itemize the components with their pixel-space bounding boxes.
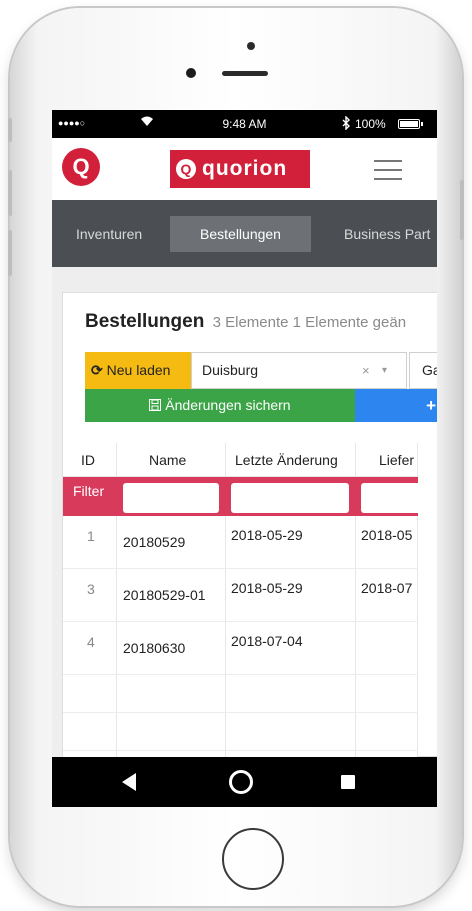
cell-last-change: 2018-05-29 xyxy=(231,527,303,543)
back-triangle-icon[interactable] xyxy=(122,773,136,791)
cell-name: 20180529-01 xyxy=(123,587,206,603)
filter-row: Filter xyxy=(63,477,418,516)
brand-logo[interactable]: Q quorion xyxy=(170,150,310,188)
hamburger-line xyxy=(374,178,402,180)
status-bar: ●●●●○ 9:48 AM 100% xyxy=(52,110,437,138)
reload-label: Neu laden xyxy=(106,362,171,378)
page-subtitle: 3 Elemente 1 Elemente geän xyxy=(212,314,407,331)
main-content: Bestellungen 3 Elemente 1 Elemente geän … xyxy=(52,267,437,773)
tab-business-partner[interactable]: Business Part xyxy=(344,216,437,252)
empty-table-row xyxy=(63,675,418,713)
hamburger-line xyxy=(374,169,402,171)
location-select[interactable]: Duisburg × ▾ xyxy=(191,352,407,389)
reload-button[interactable]: ⟳ Neu laden xyxy=(85,352,191,389)
cell-last-change: 2018-05-29 xyxy=(231,580,303,596)
volume-down-button xyxy=(8,230,12,276)
volume-up-button xyxy=(8,170,12,216)
power-button xyxy=(460,180,464,240)
home-circle-icon[interactable] xyxy=(229,770,253,794)
refresh-icon: ⟳ xyxy=(91,362,103,378)
filter-label: Filter xyxy=(73,483,105,499)
cell-delivery: 2018-07 xyxy=(361,580,413,596)
page-title: Bestellungen 3 Elemente 1 Elemente geän xyxy=(85,311,406,333)
brand-logo-q: Q xyxy=(176,159,196,179)
floppy-disk-icon xyxy=(149,397,165,413)
table-header: ID Name Letzte Änderung Liefer xyxy=(63,443,418,477)
second-select[interactable]: Ga xyxy=(409,352,437,389)
front-camera xyxy=(247,42,255,50)
battery-percent: 100% xyxy=(355,117,386,131)
table-row[interactable]: 3 20180529-01 2018-05-29 2018-07 xyxy=(63,569,418,622)
save-changes-label: Änderungen sichern xyxy=(165,397,291,413)
cell-name: 20180630 xyxy=(123,640,186,656)
add-button[interactable]: + xyxy=(355,389,437,422)
cell-id: 3 xyxy=(87,581,95,597)
orders-table: ID Name Letzte Änderung Liefer Filter 1 … xyxy=(63,443,418,773)
battery-icon xyxy=(398,119,420,129)
cell-delivery: 2018-05 xyxy=(361,527,413,543)
cell-id: 4 xyxy=(87,634,95,650)
empty-table-row xyxy=(63,713,418,751)
chevron-down-icon[interactable]: ▾ xyxy=(382,353,387,388)
cell-name: 20180529 xyxy=(123,534,186,550)
mute-switch xyxy=(8,118,12,142)
column-header-last-change[interactable]: Letzte Änderung xyxy=(235,452,338,468)
recent-apps-square-icon[interactable] xyxy=(341,775,355,789)
bluetooth-icon xyxy=(342,115,351,133)
orders-panel: Bestellungen 3 Elemente 1 Elemente geän … xyxy=(62,292,437,773)
battery-tip xyxy=(421,122,423,126)
hamburger-line xyxy=(374,160,402,162)
tab-inventuren[interactable]: Inventuren xyxy=(52,216,170,252)
phone-screen: ●●●●○ 9:48 AM 100% Q Q quorion Inventure… xyxy=(52,110,437,807)
filter-name-input[interactable] xyxy=(123,483,219,513)
filter-last-change-input[interactable] xyxy=(231,483,349,513)
column-header-id[interactable]: ID xyxy=(81,452,95,468)
earpiece-speaker xyxy=(222,71,268,76)
system-nav-bar xyxy=(52,757,437,807)
column-header-name[interactable]: Name xyxy=(149,452,186,468)
cell-id: 1 xyxy=(87,528,95,544)
clear-icon[interactable]: × xyxy=(362,353,370,388)
proximity-sensor xyxy=(186,68,196,78)
page-title-text: Bestellungen xyxy=(85,311,205,332)
save-changes-button[interactable]: Änderungen sichern xyxy=(85,389,355,422)
app-icon-logo[interactable]: Q xyxy=(62,148,100,186)
battery-fill xyxy=(400,121,418,127)
main-navigation: Inventuren Bestellungen Business Part xyxy=(52,200,437,267)
location-value: Duisburg xyxy=(202,362,259,378)
brand-logo-text: quorion xyxy=(202,157,288,180)
filter-delivery-input[interactable] xyxy=(361,483,418,513)
hardware-home-button[interactable] xyxy=(222,828,284,890)
app-header: Q Q quorion xyxy=(52,138,437,200)
cell-last-change: 2018-07-04 xyxy=(231,633,303,649)
hamburger-menu-icon[interactable] xyxy=(374,160,402,180)
column-header-delivery[interactable]: Liefer xyxy=(379,452,414,468)
tab-bestellungen[interactable]: Bestellungen xyxy=(170,216,311,252)
table-row[interactable]: 1 20180529 2018-05-29 2018-05 xyxy=(63,516,418,569)
table-row[interactable]: 4 20180630 2018-07-04 xyxy=(63,622,418,675)
